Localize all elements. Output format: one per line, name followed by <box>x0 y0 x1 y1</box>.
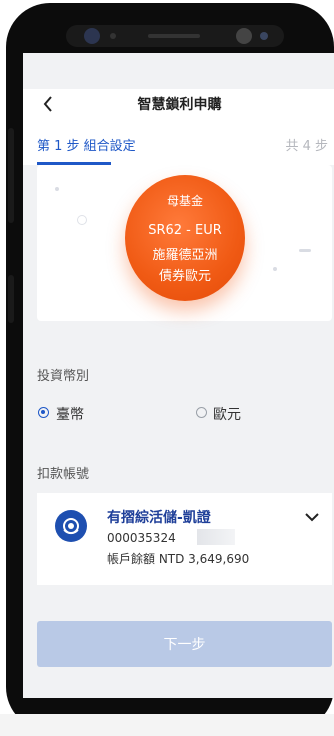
currency-option-label[interactable]: 歐元 <box>213 404 241 424</box>
app-header: 智慧鎖利申購 <box>23 89 334 119</box>
currency-options: 臺幣 歐元 <box>23 398 334 428</box>
account-balance: 帳戶餘額 NTD 3,649,690 <box>107 552 250 566</box>
sensor-icon <box>110 33 116 39</box>
camera-icon <box>84 28 100 44</box>
total-steps-label: 共 4 步 <box>285 139 328 154</box>
radio-unselected-icon[interactable] <box>196 407 207 418</box>
bottom-strip <box>0 714 334 736</box>
fund-badge-label: 母基金 <box>166 194 203 208</box>
speaker-icon <box>148 34 200 38</box>
decoration-dot <box>77 215 87 225</box>
fund-hero-card: 母基金 SR62 - EUR 施羅德亞洲 債券歐元 <box>37 165 332 321</box>
account-number-mask <box>197 529 235 545</box>
decoration-dot <box>55 187 59 191</box>
side-button <box>8 128 14 223</box>
currency-section-label: 投資幣別 <box>37 369 90 384</box>
side-button <box>8 275 14 323</box>
app-screen: 智慧鎖利申購 第 1 步 組合設定 共 4 步 母基金 SR62 - EUR 施… <box>23 53 334 698</box>
step-indicator: 第 1 步 組合設定 共 4 步 <box>23 119 334 165</box>
phone-top-bar <box>66 25 284 47</box>
page-title: 智慧鎖利申購 <box>137 97 222 113</box>
decoration-dot <box>273 267 277 271</box>
current-step-label: 第 1 步 組合設定 <box>37 139 136 154</box>
currency-option-label[interactable]: 臺幣 <box>56 404 84 424</box>
account-section-label: 扣款帳號 <box>37 467 90 482</box>
front-camera-icon <box>236 28 252 44</box>
debit-account-selector[interactable]: 有摺綜活儲-凱證 000035324 帳戶餘額 NTD 3,649,690 <box>37 493 332 585</box>
account-name: 有摺綜活儲-凱證 <box>107 510 211 526</box>
fund-name-line1: 施羅德亞洲 <box>152 248 218 263</box>
account-number: 000035324 <box>107 531 176 545</box>
fund-name-line2: 債券歐元 <box>158 269 211 284</box>
fund-code: SR62 - EUR <box>148 223 222 238</box>
sensor-icon <box>260 32 268 40</box>
bank-coin-icon <box>55 510 87 542</box>
chevron-down-icon[interactable] <box>304 511 320 523</box>
decoration-dot <box>299 249 311 252</box>
phone-frame: 智慧鎖利申購 第 1 步 組合設定 共 4 步 母基金 SR62 - EUR 施… <box>6 3 334 731</box>
parent-fund-badge: 母基金 SR62 - EUR 施羅德亞洲 債券歐元 <box>125 175 245 301</box>
radio-selected-icon[interactable] <box>38 407 49 418</box>
next-step-button[interactable]: 下一步 <box>37 621 332 667</box>
